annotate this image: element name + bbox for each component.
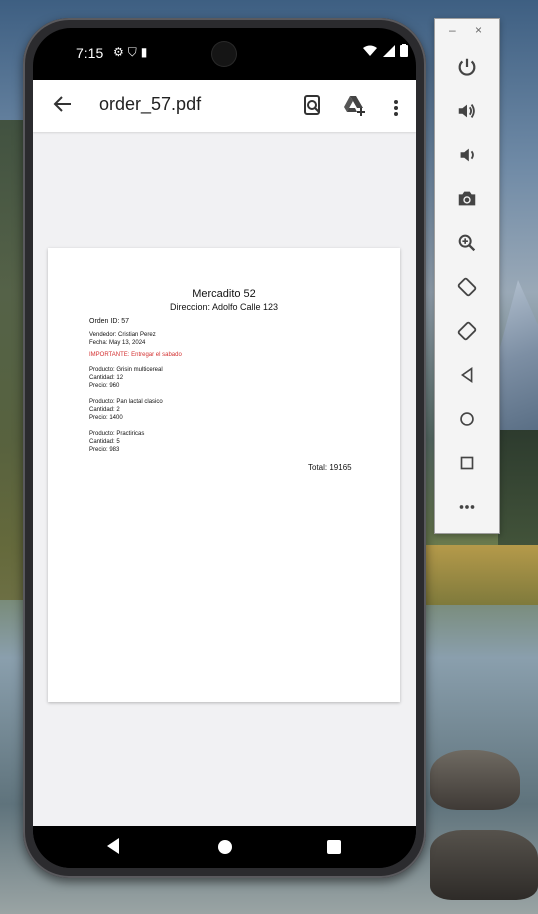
- order-total: Total: 19165: [308, 463, 352, 472]
- volume-down-icon[interactable]: [451, 139, 483, 171]
- status-time: 7:15: [76, 45, 104, 61]
- home-icon[interactable]: [451, 403, 483, 435]
- volume-up-icon[interactable]: [451, 95, 483, 127]
- shield-icon: ⛉: [127, 45, 141, 59]
- wallpaper-rock: [430, 830, 538, 900]
- order-id: Orden ID: 57: [89, 318, 130, 325]
- back-icon[interactable]: [451, 359, 483, 391]
- item-quantity: Cantidad: 5: [89, 439, 120, 445]
- back-arrow-icon[interactable]: [49, 90, 77, 118]
- rotate-right-icon[interactable]: [451, 315, 483, 347]
- battery-icon: [400, 44, 408, 57]
- status-icons-left: ⚙⛉▮: [113, 45, 151, 60]
- add-to-drive-icon[interactable]: [341, 92, 369, 120]
- important-note: IMPORTANTE: Entregar el sabado: [89, 352, 182, 358]
- item-product: Producto: Grisin multicereal: [89, 367, 163, 373]
- more-icon[interactable]: [451, 491, 483, 523]
- item-quantity: Cantidad: 2: [89, 407, 120, 413]
- file-title: order_57.pdf: [99, 94, 202, 114]
- rotate-left-icon[interactable]: [451, 271, 483, 303]
- home-icon[interactable]: [218, 840, 232, 854]
- overview-icon[interactable]: [451, 447, 483, 479]
- minimize-button[interactable]: –: [449, 23, 456, 37]
- item-product: Producto: Pan lactal clasico: [89, 399, 163, 405]
- camera-cutout: [212, 42, 236, 66]
- gear-icon: ⚙: [113, 45, 128, 59]
- phone-screen: 7:15 ⚙⛉▮ order_57.pdf Mercadito 52 Direc…: [33, 28, 416, 868]
- wallpaper-grass: [425, 545, 538, 605]
- zoom-icon[interactable]: [451, 227, 483, 259]
- status-bar: 7:15 ⚙⛉▮: [33, 28, 416, 78]
- order-date: Fecha: May 13, 2024: [89, 340, 146, 346]
- item-price: Precio: 983: [89, 447, 120, 453]
- wifi-icon: [363, 45, 378, 56]
- power-icon[interactable]: [451, 51, 483, 83]
- phone-frame: 7:15 ⚙⛉▮ order_57.pdf Mercadito 52 Direc…: [23, 18, 426, 878]
- store-name: Mercadito 52: [192, 288, 256, 300]
- toolbar: order_57.pdf: [33, 80, 416, 132]
- wallpaper-rock: [430, 750, 520, 810]
- search-document-icon[interactable]: [299, 92, 327, 120]
- emulator-panel: – ×: [434, 18, 500, 534]
- recents-icon[interactable]: [327, 840, 341, 854]
- item-product: Producto: Practiricas: [89, 431, 145, 437]
- seller: Vendedor: Cristian Perez: [89, 332, 156, 338]
- navigation-bar: [33, 826, 416, 868]
- item-quantity: Cantidad: 12: [89, 375, 124, 381]
- close-button[interactable]: ×: [475, 23, 482, 37]
- status-icons-right: [363, 44, 408, 60]
- store-address: Direccion: Adolfo Calle 123: [169, 302, 279, 312]
- back-icon[interactable]: [107, 838, 119, 854]
- sd-card-icon: ▮: [140, 45, 152, 59]
- emulator-title-bar: – ×: [435, 19, 499, 47]
- camera-icon[interactable]: [451, 183, 483, 215]
- more-options-icon[interactable]: [386, 92, 406, 120]
- item-price: Precio: 1400: [89, 415, 123, 421]
- item-price: Precio: 960: [89, 383, 120, 389]
- pdf-viewer: order_57.pdf Mercadito 52 Direccion: Ado…: [33, 80, 416, 826]
- signal-icon: [382, 45, 395, 57]
- pdf-page: Mercadito 52 Direccion: Adolfo Calle 123…: [48, 248, 400, 702]
